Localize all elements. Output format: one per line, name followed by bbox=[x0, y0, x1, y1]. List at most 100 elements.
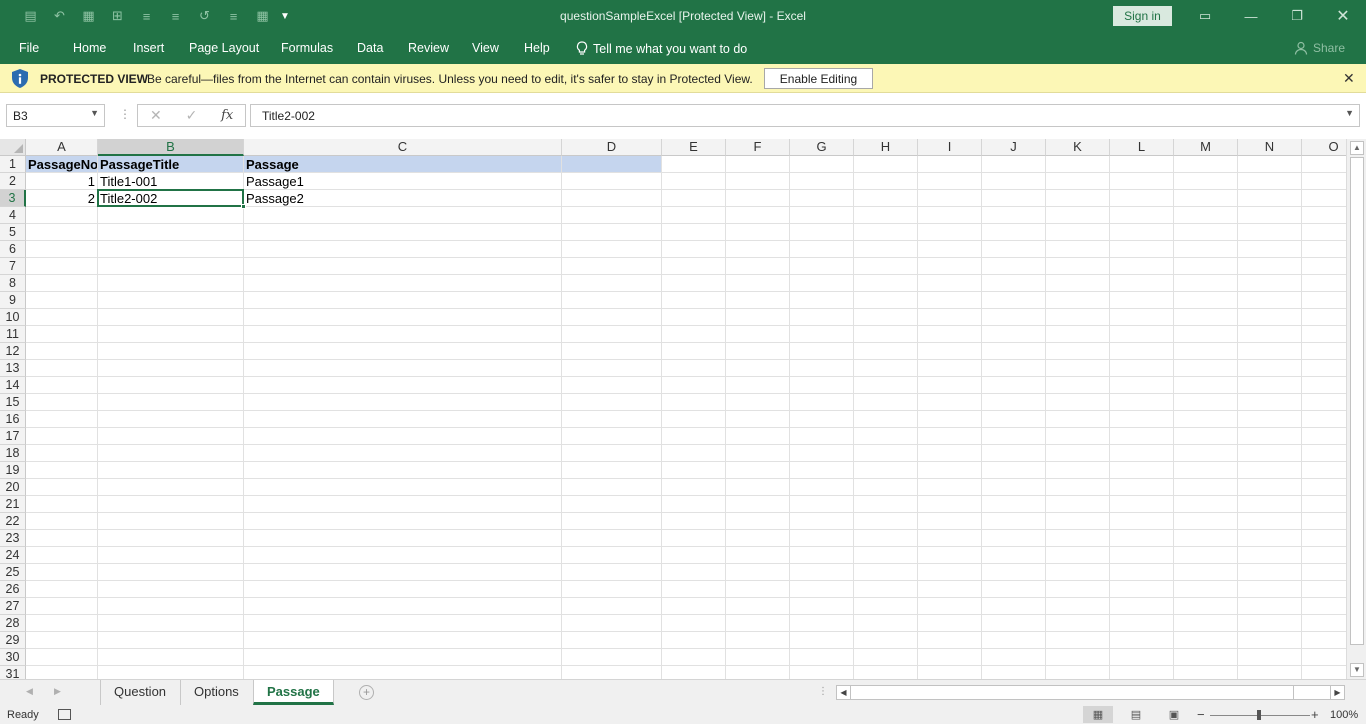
row-header-22[interactable]: 22 bbox=[0, 513, 26, 530]
next-sheet-icon[interactable]: ▶ bbox=[54, 686, 61, 697]
menu-help[interactable]: Help bbox=[524, 41, 550, 55]
column-header-i[interactable]: I bbox=[918, 139, 982, 156]
tab-question[interactable]: Question bbox=[100, 680, 179, 705]
close-icon[interactable]: ✕ bbox=[1343, 70, 1355, 87]
menu-data[interactable]: Data bbox=[357, 41, 383, 55]
cell-a3[interactable]: 2 bbox=[26, 190, 97, 207]
column-header-j[interactable]: J bbox=[982, 139, 1046, 156]
cell-b2[interactable]: Title1-001 bbox=[98, 173, 243, 190]
select-all-corner[interactable] bbox=[0, 139, 26, 156]
tab-options[interactable]: Options bbox=[180, 680, 252, 705]
column-header-c[interactable]: C bbox=[244, 139, 562, 156]
row-header-21[interactable]: 21 bbox=[0, 496, 26, 513]
row-header-4[interactable]: 4 bbox=[0, 207, 26, 224]
insert-function-icon[interactable]: fx bbox=[209, 108, 245, 123]
tab-passage[interactable]: Passage bbox=[253, 680, 334, 705]
menu-page-layout[interactable]: Page Layout bbox=[189, 41, 259, 55]
align-justify-icon[interactable]: ≡ bbox=[161, 6, 190, 26]
row-header-30[interactable]: 30 bbox=[0, 649, 26, 666]
column-header-a[interactable]: A bbox=[26, 139, 98, 156]
align-center-icon[interactable]: ≡ bbox=[132, 6, 161, 26]
minimize-icon[interactable]: — bbox=[1228, 0, 1274, 32]
row-header-16[interactable]: 16 bbox=[0, 411, 26, 428]
page-break-view-icon[interactable]: ▣ bbox=[1159, 706, 1189, 723]
page-layout-view-icon[interactable]: ▤ bbox=[1121, 706, 1151, 723]
cell-a2[interactable]: 1 bbox=[26, 173, 97, 190]
prev-sheet-icon[interactable]: ◀ bbox=[26, 686, 33, 697]
zoom-slider-thumb[interactable] bbox=[1257, 710, 1261, 720]
scroll-right-icon[interactable]: ▶ bbox=[1330, 686, 1344, 699]
menu-formulas[interactable]: Formulas bbox=[281, 41, 333, 55]
zoom-level[interactable]: 100% bbox=[1330, 709, 1358, 721]
row-header-17[interactable]: 17 bbox=[0, 428, 26, 445]
horizontal-scroll-thumb[interactable] bbox=[852, 686, 1294, 699]
chevron-down-icon[interactable]: ▼ bbox=[90, 108, 99, 118]
ribbon-display-icon[interactable]: ▭ bbox=[1182, 0, 1228, 32]
row-header-18[interactable]: 18 bbox=[0, 445, 26, 462]
column-header-h[interactable]: H bbox=[854, 139, 918, 156]
row-header-14[interactable]: 14 bbox=[0, 377, 26, 394]
horizontal-scrollbar[interactable]: ◀ ▶ bbox=[836, 685, 1345, 700]
vertical-scrollbar[interactable]: ▲ ▼ bbox=[1346, 139, 1366, 679]
column-header-e[interactable]: E bbox=[662, 139, 726, 156]
sign-in-button[interactable]: Sign in bbox=[1113, 6, 1172, 26]
row-header-12[interactable]: 12 bbox=[0, 343, 26, 360]
fill-handle[interactable] bbox=[241, 204, 246, 209]
expand-formula-icon[interactable]: ▼ bbox=[1345, 108, 1354, 118]
column-header-d[interactable]: D bbox=[562, 139, 662, 156]
row-header-10[interactable]: 10 bbox=[0, 309, 26, 326]
row-header-5[interactable]: 5 bbox=[0, 224, 26, 241]
row-header-23[interactable]: 23 bbox=[0, 530, 26, 547]
header-cell-b1[interactable]: PassageTitle bbox=[98, 156, 243, 173]
wrap-icon[interactable]: ↺ bbox=[190, 6, 219, 26]
menu-insert[interactable]: Insert bbox=[133, 41, 164, 55]
row-header-28[interactable]: 28 bbox=[0, 615, 26, 632]
column-header-b[interactable]: B bbox=[98, 139, 244, 156]
row-header-9[interactable]: 9 bbox=[0, 292, 26, 309]
row-header-8[interactable]: 8 bbox=[0, 275, 26, 292]
row-header-3[interactable]: 3 bbox=[0, 190, 26, 207]
column-header-f[interactable]: F bbox=[726, 139, 790, 156]
row-header-25[interactable]: 25 bbox=[0, 564, 26, 581]
scroll-down-icon[interactable]: ▼ bbox=[1350, 663, 1364, 677]
macro-record-icon[interactable] bbox=[58, 709, 71, 720]
spreadsheet-grid[interactable]: A B C D E F G H I J K L M N O 1 2 3 4 5 6 7 8 9 10 11 12 13 14 15 16 17… bbox=[0, 139, 1346, 679]
restore-icon[interactable]: ❐ bbox=[1274, 0, 1320, 32]
cell-c2[interactable]: Passage1 bbox=[244, 173, 561, 190]
row-header-24[interactable]: 24 bbox=[0, 547, 26, 564]
row-header-27[interactable]: 27 bbox=[0, 598, 26, 615]
column-header-o[interactable]: O bbox=[1302, 139, 1346, 156]
scroll-left-icon[interactable]: ◀ bbox=[837, 686, 851, 699]
form-icon[interactable]: ▦ bbox=[74, 6, 103, 26]
row-header-13[interactable]: 13 bbox=[0, 360, 26, 377]
row-header-15[interactable]: 15 bbox=[0, 394, 26, 411]
row-header-26[interactable]: 26 bbox=[0, 581, 26, 598]
more-options-icon[interactable]: ⋮ bbox=[119, 107, 131, 121]
cell-c3[interactable]: Passage2 bbox=[244, 190, 561, 207]
menu-review[interactable]: Review bbox=[408, 41, 449, 55]
row-header-6[interactable]: 6 bbox=[0, 241, 26, 258]
name-box[interactable]: B3 ▼ bbox=[6, 104, 105, 127]
column-header-l[interactable]: L bbox=[1110, 139, 1174, 156]
row-header-20[interactable]: 20 bbox=[0, 479, 26, 496]
tell-me-search[interactable]: Tell me what you want to do bbox=[576, 41, 747, 56]
header-cell-c1[interactable]: Passage bbox=[244, 156, 561, 173]
row-header-31[interactable]: 31 bbox=[0, 666, 26, 679]
table-icon[interactable]: ⊞ bbox=[103, 6, 132, 26]
menu-home[interactable]: Home bbox=[73, 41, 106, 55]
formula-input[interactable]: Title2-002 ▼ bbox=[250, 104, 1360, 127]
share-button[interactable]: Share bbox=[1294, 41, 1345, 55]
zoom-in-icon[interactable]: + bbox=[1311, 707, 1319, 722]
undo-icon[interactable]: ↶ bbox=[45, 6, 74, 26]
row-header-2[interactable]: 2 bbox=[0, 173, 26, 190]
cancel-icon[interactable]: ✕ bbox=[138, 107, 174, 124]
column-header-k[interactable]: K bbox=[1046, 139, 1110, 156]
column-header-n[interactable]: N bbox=[1238, 139, 1302, 156]
customize-qat-icon[interactable]: ▼ bbox=[277, 6, 293, 26]
menu-file[interactable]: File bbox=[19, 41, 39, 55]
row-header-1[interactable]: 1 bbox=[0, 156, 26, 173]
row-header-29[interactable]: 29 bbox=[0, 632, 26, 649]
close-window-icon[interactable]: ✕ bbox=[1320, 0, 1366, 32]
enable-editing-button[interactable]: Enable Editing bbox=[764, 68, 873, 89]
column-header-m[interactable]: M bbox=[1174, 139, 1238, 156]
